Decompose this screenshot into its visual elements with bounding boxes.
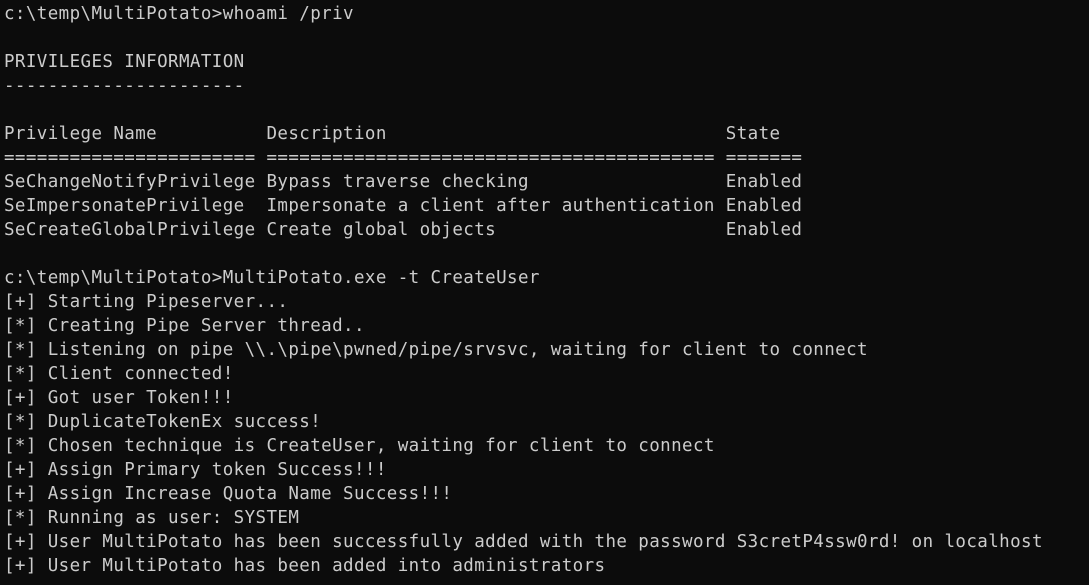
heading-underline: ----------------------	[4, 76, 245, 96]
command-line: c:\temp\MultiPotato>MultiPotato.exe -t C…	[4, 268, 540, 288]
section-heading: PRIVILEGES INFORMATION	[4, 52, 245, 72]
table-row: SeChangeNotifyPrivilege Bypass traverse …	[4, 172, 803, 192]
output-line: [+] User MultiPotato has been successful…	[4, 532, 1043, 552]
console-output[interactable]: c:\temp\MultiPotato>whoami /priv PRIVILE…	[4, 2, 1085, 583]
output-line: [*] Chosen technique is CreateUser, wait…	[4, 436, 715, 456]
output-line: [+] Got user Token!!!	[4, 388, 234, 408]
table-header: Privilege Name Description State	[4, 124, 781, 144]
table-separator: ======================= ================…	[4, 148, 803, 168]
table-row: SeCreateGlobalPrivilege Create global ob…	[4, 220, 803, 240]
output-line: [*] DuplicateTokenEx success!	[4, 412, 322, 432]
output-line: [+] Assign Increase Quota Name Success!!…	[4, 484, 453, 504]
table-row: SeImpersonatePrivilege Impersonate a cli…	[4, 196, 803, 216]
command-line: c:\temp\MultiPotato>whoami /priv	[4, 4, 354, 24]
output-line: [+] Assign Primary token Success!!!	[4, 460, 387, 480]
output-line: [*] Client connected!	[4, 364, 234, 384]
output-line: [+] User MultiPotato has been added into…	[4, 556, 606, 576]
output-line: [*] Running as user: SYSTEM	[4, 508, 300, 528]
output-line: [*] Creating Pipe Server thread..	[4, 316, 365, 336]
output-line: [*] Listening on pipe \\.\pipe\pwned/pip…	[4, 340, 868, 360]
output-line: [+] Starting Pipeserver...	[4, 292, 289, 312]
